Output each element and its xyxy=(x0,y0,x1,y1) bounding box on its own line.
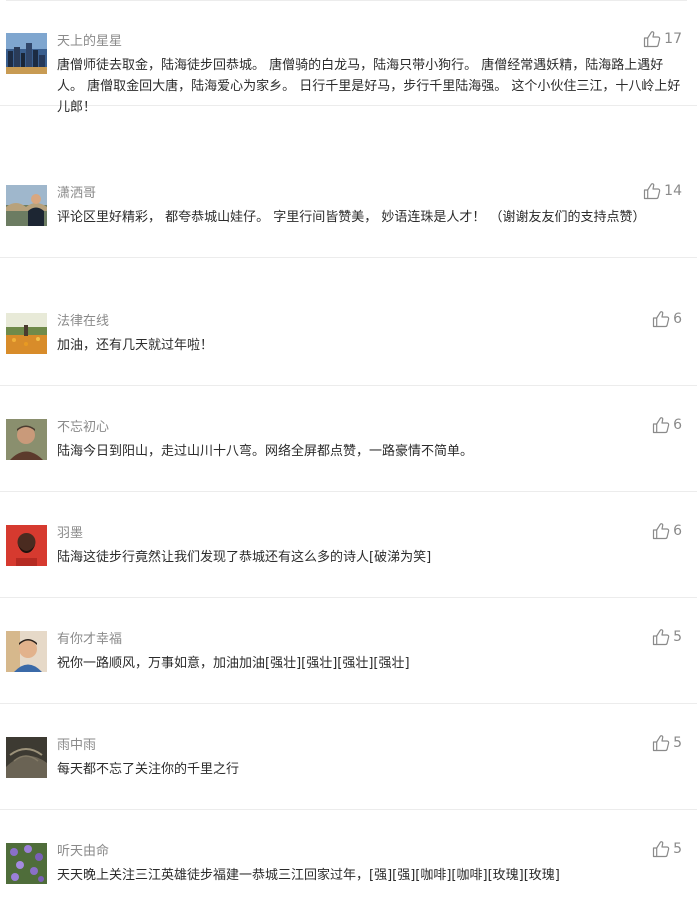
comment-text: 评论区里好精彩， 都夸恭城山娃仔。 字里行间皆赞美， 妙语连珠是人才！ （谢谢友… xyxy=(57,210,646,225)
like-count: 17 xyxy=(664,31,682,47)
comment-list: 天上的星星 唐僧师徒去取金，陆海徒步回恭城。 唐僧骑的白龙马，陆海只带小狗行。 … xyxy=(0,0,697,915)
thumbs-up-icon xyxy=(652,523,670,540)
comment-username[interactable]: 听天由命 xyxy=(57,844,109,860)
comment-text: 祝你一路顺风，万事如意，加油加油[强壮][强壮][强壮][强壮] xyxy=(57,656,410,671)
comment-text: 陆海这徒步行竟然让我们发现了恭城还有这么多的诗人[破涕为笑] xyxy=(57,550,432,565)
comment-username[interactable]: 法律在线 xyxy=(57,314,109,330)
man-portrait-avatar-icon[interactable] xyxy=(6,419,47,460)
comment-text: 唐僧师徒去取金，陆海徒步回恭城。 唐僧骑的白龙马，陆海只带小狗行。 唐僧经常遇妖… xyxy=(57,58,681,115)
comment-text: 天天晚上关注三江英雄徒步福建一恭城三江回家过年，[强][强][咖啡][咖啡][玫… xyxy=(57,868,560,883)
like-count: 6 xyxy=(673,417,682,433)
thumbs-up-icon xyxy=(644,183,661,200)
boy-portrait-avatar-icon[interactable] xyxy=(6,631,47,672)
like-button[interactable]: 6 xyxy=(652,416,682,434)
red-jersey-avatar-icon[interactable] xyxy=(6,525,47,566)
like-count: 14 xyxy=(664,183,682,199)
comment-item: 法律在线 加油，还有几天就过年啦！ 6 xyxy=(0,280,697,386)
thumbs-up-icon xyxy=(644,31,661,48)
comment-username[interactable]: 雨中雨 xyxy=(57,738,96,754)
thumbs-up-icon xyxy=(652,629,670,646)
like-button[interactable]: 17 xyxy=(643,30,682,48)
city-night-avatar-icon[interactable] xyxy=(6,33,47,74)
comment-username[interactable]: 天上的星星 xyxy=(57,34,122,50)
comment-username[interactable]: 有你才幸福 xyxy=(57,632,122,648)
like-button[interactable]: 6 xyxy=(652,522,682,540)
thumbs-up-icon xyxy=(652,417,670,434)
purple-flowers-avatar-icon[interactable] xyxy=(6,843,47,884)
comment-username[interactable]: 不忘初心 xyxy=(57,420,109,436)
like-count: 5 xyxy=(673,735,682,751)
comment-item: 雨中雨 每天都不忘了关注你的千里之行 5 xyxy=(0,704,697,810)
comment-item: 羽墨 陆海这徒步行竟然让我们发现了恭城还有这么多的诗人[破涕为笑] 6 xyxy=(0,492,697,598)
like-count: 5 xyxy=(673,841,682,857)
comment-item: 潇洒哥 评论区里好精彩， 都夸恭城山娃仔。 字里行间皆赞美， 妙语连珠是人才！ … xyxy=(0,152,697,258)
comment-username[interactable]: 潇洒哥 xyxy=(57,186,96,202)
dark-abstract-avatar-icon[interactable] xyxy=(6,737,47,778)
comment-item: 有你才幸福 祝你一路顺风，万事如意，加油加油[强壮][强壮][强壮][强壮] 5 xyxy=(0,598,697,704)
thumbs-up-icon xyxy=(652,735,670,752)
man-at-bridge-avatar-icon[interactable] xyxy=(6,185,47,226)
like-count: 6 xyxy=(673,523,682,539)
thumbs-up-icon xyxy=(652,841,670,858)
comment-text: 陆海今日到阳山，走过山川十八弯。网络全屏都点赞，一路豪情不简单。 xyxy=(57,444,474,459)
comment-username[interactable]: 羽墨 xyxy=(57,526,83,542)
flower-field-avatar-icon[interactable] xyxy=(6,313,47,354)
comment-text: 加油，还有几天就过年啦！ xyxy=(57,338,214,353)
like-button[interactable]: 5 xyxy=(652,628,682,646)
like-button[interactable]: 5 xyxy=(652,734,682,752)
comment-item: 听天由命 天天晚上关注三江英雄徒步福建一恭城三江回家过年，[强][强][咖啡][… xyxy=(0,810,697,916)
like-count: 5 xyxy=(673,629,682,645)
comment-text: 每天都不忘了关注你的千里之行 xyxy=(57,762,240,777)
comment-item: 不忘初心 陆海今日到阳山，走过山川十八弯。网络全屏都点赞，一路豪情不简单。 6 xyxy=(0,386,697,492)
like-button[interactable]: 6 xyxy=(652,310,682,328)
thumbs-up-icon xyxy=(652,311,670,328)
like-button[interactable]: 5 xyxy=(652,840,682,858)
comment-item: 天上的星星 唐僧师徒去取金，陆海徒步回恭城。 唐僧骑的白龙马，陆海只带小狗行。 … xyxy=(0,0,697,115)
like-button[interactable]: 14 xyxy=(643,182,682,200)
like-count: 6 xyxy=(673,311,682,327)
